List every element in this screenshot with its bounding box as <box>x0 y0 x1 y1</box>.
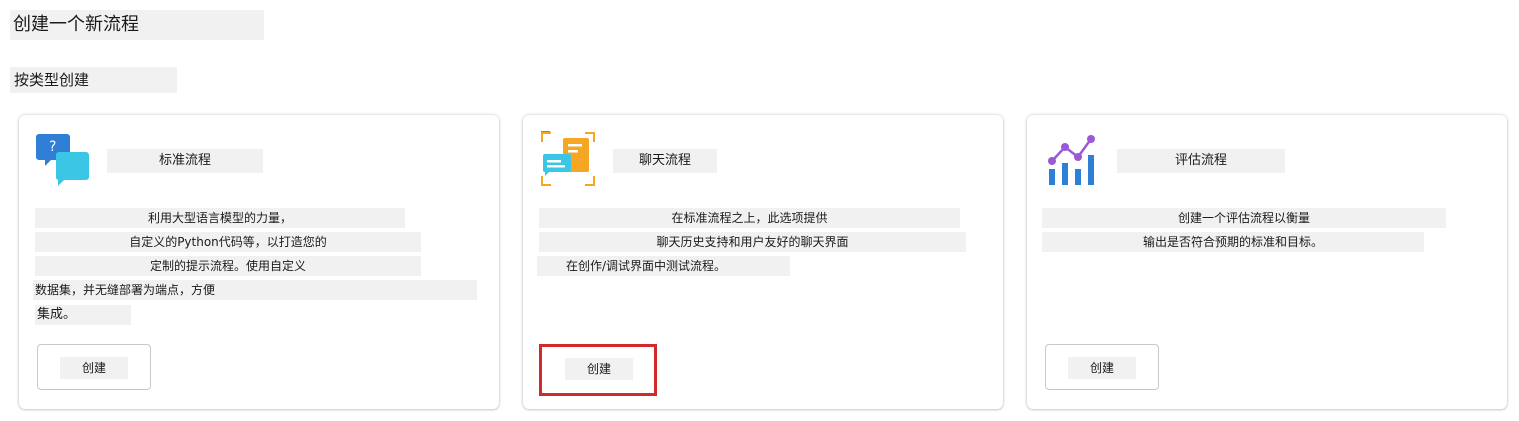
card-title: 聊天流程 <box>613 149 717 173</box>
card-title: 标准流程 <box>107 149 263 173</box>
description-line: 数据集，并无缝部署为端点，方便 <box>33 280 477 300</box>
create-evaluation-flow-button[interactable]: 创建 <box>1045 344 1159 390</box>
svg-text:?: ? <box>49 139 56 155</box>
description-line: 聊天历史支持和用户友好的聊天界面 <box>539 232 966 252</box>
description-line: 利用大型语言模型的力量， <box>35 208 405 228</box>
description-line: 自定义的Python代码等，以打造您的 <box>35 232 421 252</box>
description-line: 在标准流程之上，此选项提供 <box>539 208 960 228</box>
button-label: 创建 <box>565 358 633 380</box>
description-line: 在创作/调试界面中测试流程。 <box>537 256 790 276</box>
card-title: 评估流程 <box>1117 149 1285 173</box>
description-line: 集成。 <box>35 305 131 325</box>
description-line: 定制的提示流程。使用自定义 <box>35 256 421 276</box>
description-line: 创建一个评估流程以衡量 <box>1042 208 1446 228</box>
create-chat-flow-button[interactable]: 创建 <box>539 344 657 396</box>
button-label: 创建 <box>60 357 128 379</box>
chat-question-icon: ? <box>36 132 92 192</box>
page-title: 创建一个新流程 <box>10 10 264 40</box>
description-line: 输出是否符合预期的标准和目标。 <box>1042 232 1424 252</box>
create-standard-flow-button[interactable]: 创建 <box>37 344 151 390</box>
button-label: 创建 <box>1068 357 1136 379</box>
chat-flow-card: 聊天流程 在标准流程之上，此选项提供 聊天历史支持和用户友好的聊天界面 在创作/… <box>523 115 1003 409</box>
evaluation-flow-card: 评估流程 创建一个评估流程以衡量 输出是否符合预期的标准和目标。 创建 <box>1027 115 1507 409</box>
section-title: 按类型创建 <box>10 67 177 93</box>
chat-document-icon <box>539 130 597 192</box>
standard-flow-card: ? 标准流程 利用大型语言模型的力量， 自定义的Python代码等，以打造您的 … <box>19 115 499 409</box>
chart-evaluation-icon <box>1045 133 1101 193</box>
